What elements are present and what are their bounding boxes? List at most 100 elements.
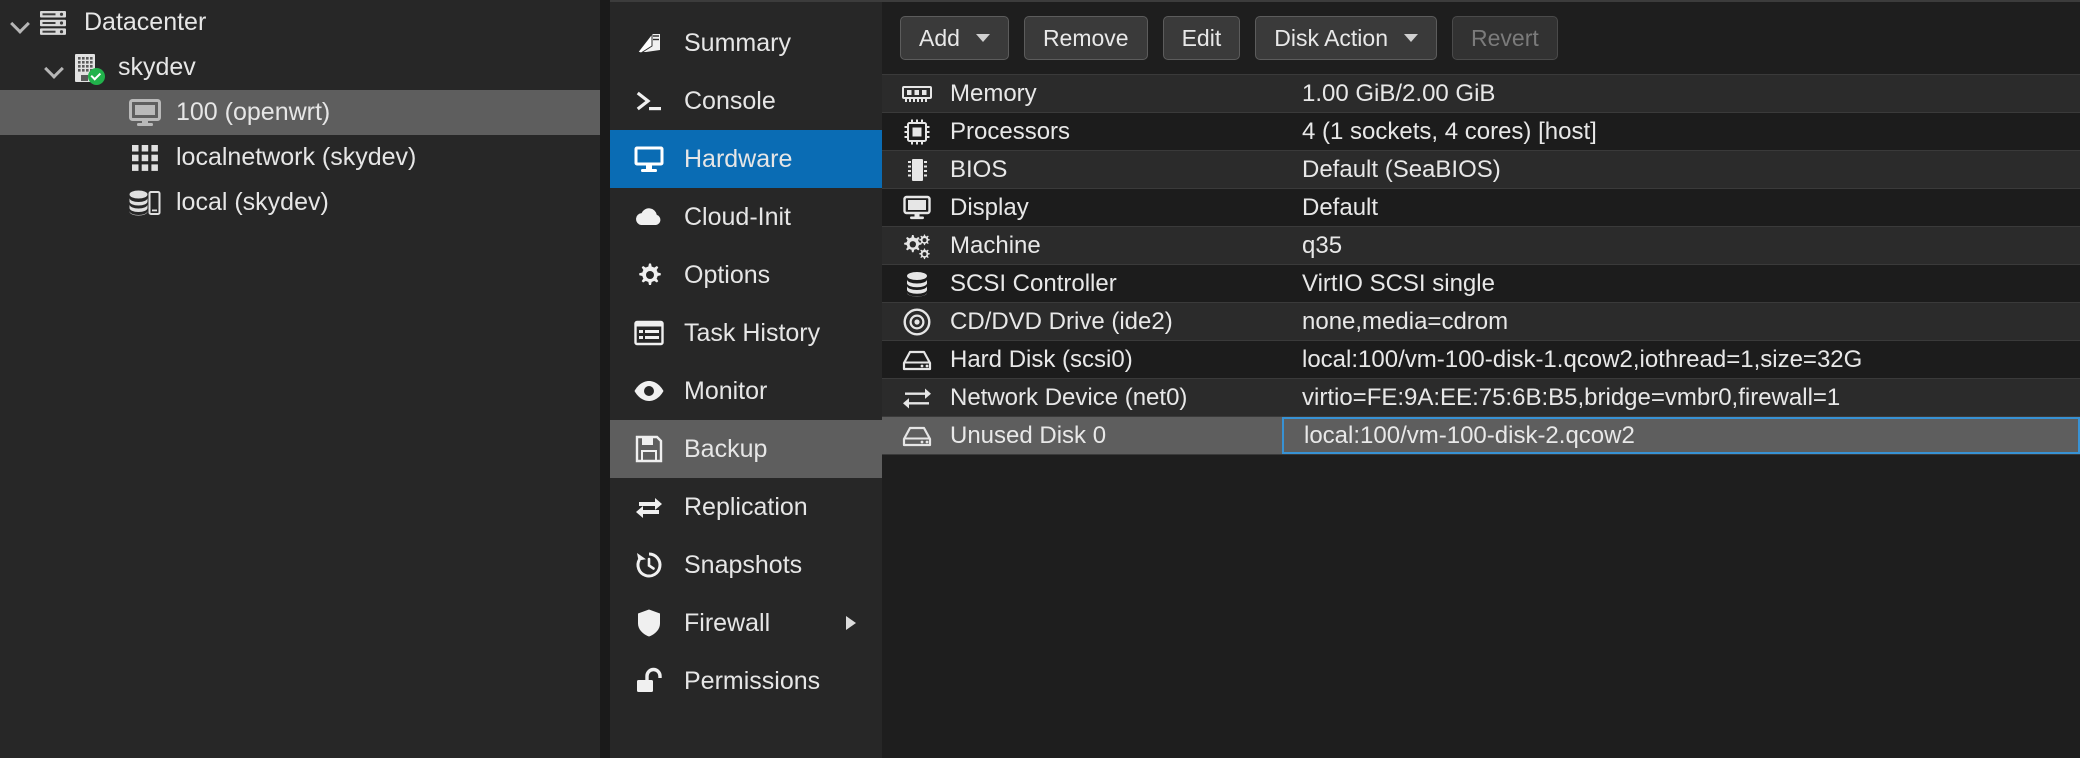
nav-item-task-history[interactable]: Task History — [610, 304, 882, 362]
nav-item-hardware[interactable]: Hardware — [610, 130, 882, 188]
hardware-row-value: Default (SeaBIOS) — [1302, 155, 1501, 183]
history-icon — [628, 550, 670, 580]
table-row[interactable]: CD/DVD Drive (ide2) none,media=cdrom — [882, 303, 2080, 341]
hardware-row-name-cell: Memory — [882, 80, 1282, 108]
nav-item-snapshots[interactable]: Snapshots — [610, 536, 882, 594]
tree-item-local-storage[interactable]: local (skydev) — [0, 180, 600, 225]
tree-item-label: Datacenter — [84, 8, 207, 36]
tree-item-vm-100[interactable]: 100 (openwrt) — [0, 90, 600, 135]
add-button[interactable]: Add — [900, 16, 1009, 60]
gear-icon — [628, 260, 670, 290]
tree-item-label: local (skydev) — [176, 188, 329, 216]
hardware-row-name: Machine — [950, 231, 1041, 259]
edit-button[interactable]: Edit — [1162, 16, 1241, 60]
hardware-row-name: Processors — [950, 117, 1071, 145]
panel-divider — [600, 0, 610, 758]
hardware-row-name-cell: Processors — [882, 118, 1282, 146]
status-online-icon — [88, 67, 105, 85]
chevron-down-icon[interactable] — [42, 55, 68, 81]
table-row-selected[interactable]: Unused Disk 0 local:100/vm-100-disk-2.qc… — [882, 417, 2080, 455]
hardware-row-name-cell: Network Device (net0) — [882, 384, 1282, 412]
hardware-row-value: 1.00 GiB/2.00 GiB — [1302, 79, 1496, 107]
chevron-down-icon[interactable] — [8, 10, 34, 36]
harddisk-icon — [896, 349, 938, 371]
nav-item-permissions[interactable]: Permissions — [610, 652, 882, 710]
chevron-down-icon — [1404, 34, 1418, 42]
table-row[interactable]: BIOS Default (SeaBIOS) — [882, 151, 2080, 189]
hardware-row-name: Memory — [950, 79, 1037, 107]
hardware-content-panel: Add Remove Edit Disk Action Revert Memor… — [882, 0, 2080, 758]
nav-item-options[interactable]: Options — [610, 246, 882, 304]
nav-item-console[interactable]: Console — [610, 72, 882, 130]
hardware-row-value: VirtIO SCSI single — [1302, 269, 1495, 297]
hardware-row-name: Network Device (net0) — [950, 383, 1188, 411]
cloud-icon — [628, 204, 670, 230]
tree-item-label: skydev — [118, 53, 196, 81]
tree-item-node-skydev[interactable]: skydev — [0, 45, 600, 90]
chevron-right-icon[interactable] — [846, 616, 856, 630]
nav-item-replication[interactable]: Replication — [610, 478, 882, 536]
memory-icon — [896, 84, 938, 104]
network-device-icon — [896, 386, 938, 410]
shield-icon — [628, 608, 670, 638]
table-row[interactable]: Network Device (net0) virtio=FE:9A:EE:75… — [882, 379, 2080, 417]
tree-item-localnetwork[interactable]: localnetwork (skydev) — [0, 135, 600, 180]
revert-button: Revert — [1452, 16, 1558, 60]
table-row[interactable]: Display Default — [882, 189, 2080, 227]
hardware-row-value: local:100/vm-100-disk-2.qcow2 — [1282, 417, 2080, 454]
table-row[interactable]: Hard Disk (scsi0) local:100/vm-100-disk-… — [882, 341, 2080, 379]
table-row[interactable]: Processors 4 (1 sockets, 4 cores) [host] — [882, 113, 2080, 151]
nav-item-label: Options — [684, 260, 771, 289]
table-row[interactable]: SCSI Controller VirtIO SCSI single — [882, 265, 2080, 303]
vm-icon — [126, 97, 164, 129]
remove-button-label: Remove — [1042, 24, 1129, 51]
nav-item-label: Replication — [684, 492, 808, 521]
resource-tree-panel: Datacenter skydev 100 (openwrt) localnet… — [0, 0, 600, 758]
nav-item-summary[interactable]: Summary — [610, 14, 882, 72]
nav-item-backup[interactable]: Backup — [610, 420, 882, 478]
hardware-row-name-cell: Hard Disk (scsi0) — [882, 346, 1282, 374]
tree-item-datacenter[interactable]: Datacenter — [0, 0, 600, 45]
hardware-row-name: BIOS — [950, 155, 1008, 183]
replication-icon — [628, 493, 670, 521]
hardware-row-value: Default — [1302, 193, 1379, 221]
hardware-row-name-cell: SCSI Controller — [882, 270, 1282, 298]
hardware-row-value: q35 — [1302, 231, 1343, 259]
disk-action-button[interactable]: Disk Action — [1255, 16, 1437, 60]
monitor-icon — [628, 144, 670, 174]
nav-item-label: Summary — [684, 28, 791, 57]
hardware-row-name: Hard Disk (scsi0) — [950, 345, 1133, 373]
table-row[interactable]: Machine q35 — [882, 227, 2080, 265]
display-icon — [896, 195, 938, 221]
hardware-row-name: Unused Disk 0 — [950, 421, 1107, 449]
cdrom-icon — [896, 307, 938, 336]
node-icon — [68, 52, 106, 85]
hardware-row-value: virtio=FE:9A:EE:75:6B:B5,bridge=vmbr0,fi… — [1302, 383, 1841, 411]
network-icon — [126, 142, 164, 174]
nav-item-label: Monitor — [684, 376, 768, 405]
proxmox-window: Datacenter skydev 100 (openwrt) localnet… — [0, 0, 2080, 758]
table-empty-area — [882, 455, 2080, 758]
hardware-row-name-cell: Display — [882, 194, 1282, 222]
table-row[interactable]: Memory 1.00 GiB/2.00 GiB — [882, 75, 2080, 113]
floppy-icon — [628, 435, 670, 463]
scsi-icon — [896, 271, 938, 297]
nav-item-label: Task History — [684, 318, 821, 347]
edit-button-label: Edit — [1181, 24, 1222, 51]
hardware-row-name-cell: BIOS — [882, 156, 1282, 184]
remove-button[interactable]: Remove — [1023, 16, 1148, 60]
hardware-row-name: Display — [950, 193, 1029, 221]
harddisk-icon — [896, 425, 938, 447]
terminal-icon — [628, 86, 670, 116]
hardware-row-value: local:100/vm-100-disk-1.qcow2,iothread=1… — [1302, 345, 1863, 373]
hardware-row-value: none,media=cdrom — [1302, 307, 1509, 335]
tree-item-label: localnetwork (skydev) — [176, 143, 417, 171]
nav-item-firewall[interactable]: Firewall — [610, 594, 882, 652]
nav-item-cloud-init[interactable]: Cloud-Init — [610, 188, 882, 246]
nav-item-monitor[interactable]: Monitor — [610, 362, 882, 420]
hardware-row-name: SCSI Controller — [950, 269, 1117, 297]
unlock-icon — [628, 666, 670, 696]
